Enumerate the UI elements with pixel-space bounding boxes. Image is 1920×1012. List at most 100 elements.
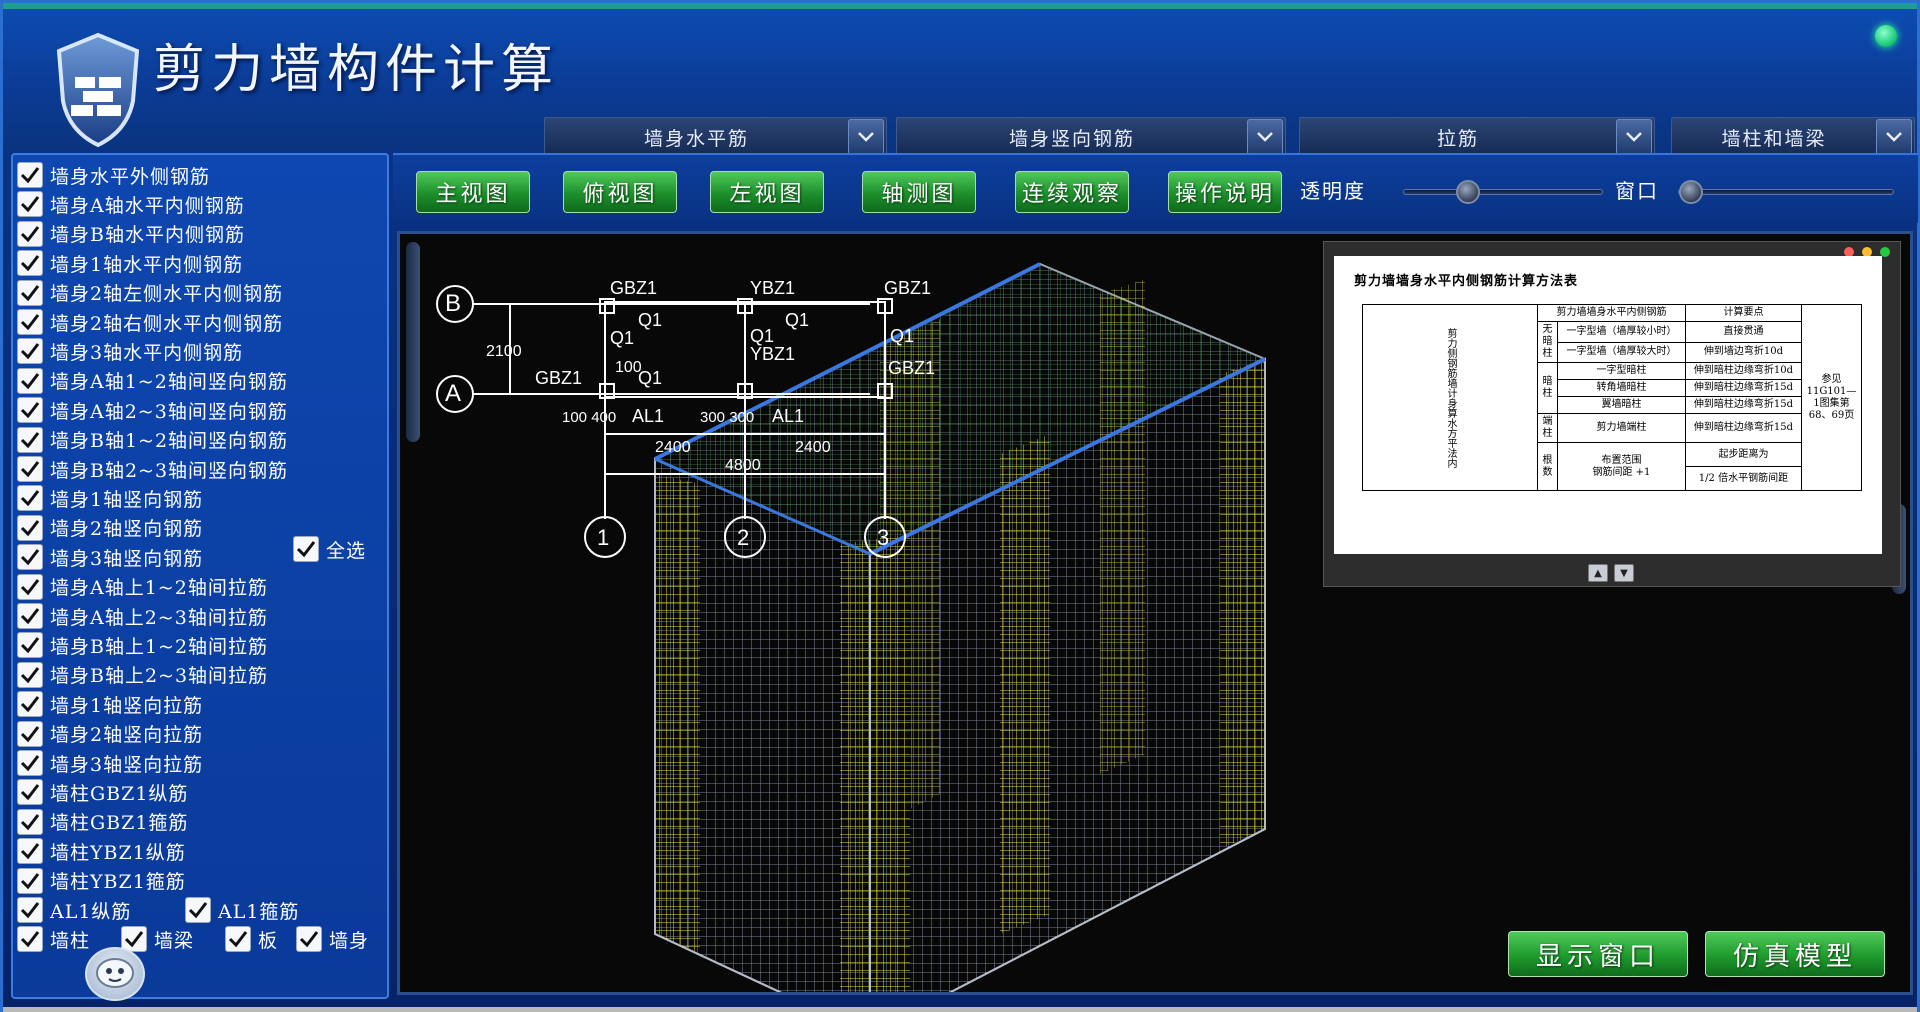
checkmark-icon[interactable] (17, 573, 43, 600)
sidebar-checkbox-item[interactable]: 墙身B轴上2~3轴间拉筋 (17, 661, 268, 689)
sidebar-checkbox-item[interactable]: 墙柱YBZ1箍筋 (17, 867, 186, 895)
table-group-label: 剪力侧钢筋墙计身算水方平法内 (1362, 304, 1538, 491)
sidebar-checkbox-item[interactable]: 墙身A轴水平内侧钢筋 (17, 190, 245, 218)
checkmark-icon[interactable] (185, 897, 211, 923)
axis-b-label: B (445, 290, 461, 317)
checkmark-icon[interactable] (17, 897, 43, 923)
al1-stirrup-checkbox[interactable]: AL1箍筋 (185, 896, 299, 924)
checkmark-icon[interactable] (17, 544, 43, 571)
checkmark-icon[interactable] (17, 808, 43, 835)
table-cell: 暗柱 (1537, 362, 1558, 414)
wall-body-checkbox[interactable]: 墙身 (296, 925, 369, 953)
window-slider[interactable] (1678, 180, 1894, 204)
checkmark-icon[interactable] (17, 309, 43, 335)
scroll-up-button[interactable]: ▲ (1588, 564, 1608, 582)
slider-knob[interactable] (1679, 180, 1703, 204)
chevron-down-icon[interactable] (848, 119, 884, 155)
checkmark-icon[interactable] (17, 220, 43, 247)
slider-knob[interactable] (1456, 180, 1481, 204)
checkmark-icon[interactable] (17, 162, 43, 188)
checkmark-icon[interactable] (17, 514, 43, 541)
sidebar-checkbox-item[interactable]: 墙身3轴水平内侧钢筋 (17, 337, 243, 365)
sidebar-checkbox-item[interactable]: 墙身B轴2~3轴间竖向钢筋 (17, 455, 288, 483)
sidebar-checkbox-item[interactable]: 墙身水平外侧钢筋 (17, 161, 210, 189)
front-view-button[interactable]: 主视图 (416, 171, 530, 213)
checkmark-icon[interactable] (17, 867, 43, 894)
sidebar-checkbox-item[interactable]: 墙身B轴1~2轴间竖向钢筋 (17, 426, 288, 454)
sidebar-checkbox-item[interactable]: 墙身A轴1~2轴间竖向钢筋 (17, 367, 288, 395)
checkmark-icon[interactable] (17, 926, 43, 952)
checkmark-icon[interactable] (17, 426, 43, 453)
checkmark-icon[interactable] (17, 779, 43, 806)
top-view-button[interactable]: 俯视图 (563, 171, 677, 213)
dropdown-wall-horizontal[interactable]: 墙身水平筋 (544, 117, 887, 157)
instructions-button[interactable]: 操作说明 (1168, 171, 1282, 213)
sidebar-checkbox-item[interactable]: 墙身2轴左侧水平内侧钢筋 (17, 279, 283, 307)
checkmark-icon[interactable] (17, 367, 43, 394)
sidebar-checkbox-item[interactable]: 墙柱YBZ1纵筋 (17, 837, 186, 865)
transparency-slider[interactable] (1403, 180, 1603, 204)
dropdown-wall-vertical[interactable]: 墙身竖向钢筋 (896, 117, 1286, 157)
checkmark-icon[interactable] (17, 485, 43, 512)
wall-column-checkbox[interactable]: 墙柱 (17, 925, 90, 953)
select-all-checkbox[interactable]: 全选 (293, 535, 366, 563)
checkmark-icon[interactable] (17, 191, 43, 218)
sidebar-checkbox-item[interactable]: 墙身B轴水平内侧钢筋 (17, 220, 245, 248)
checkmark-icon[interactable] (17, 456, 43, 482)
table-cell: 伸到暗柱边缘弯折15d (1684, 379, 1803, 397)
simulate-model-button[interactable]: 仿真模型 (1705, 931, 1885, 977)
chevron-down-icon[interactable] (1616, 119, 1652, 155)
sidebar-checkbox-item[interactable]: 墙身2轴竖向拉筋 (17, 720, 203, 748)
sidebar-checkbox-item[interactable]: 墙身2轴右侧水平内侧钢筋 (17, 308, 283, 336)
scroll-down-button[interactable]: ▼ (1614, 564, 1634, 582)
checkbox-label: 墙柱GBZ1箍筋 (50, 812, 189, 835)
left-view-button[interactable]: 左视图 (710, 171, 824, 213)
dropdown-tie-bar[interactable]: 拉筋 (1299, 117, 1655, 157)
checkmark-icon[interactable] (17, 661, 43, 688)
axonometric-view-button[interactable]: 轴测图 (862, 171, 976, 213)
checkmark-icon[interactable] (17, 632, 43, 659)
sidebar-checkbox-item[interactable]: 墙身A轴2~3轴间竖向钢筋 (17, 396, 288, 424)
table-cell: 无暗柱 (1537, 321, 1558, 363)
3d-viewport[interactable]: B A 1 2 3 GBZ1 YBZ1 GBZ1 GBZ1 GBZ1 YBZ1 … (397, 231, 1913, 995)
continuous-observe-button[interactable]: 连续观察 (1015, 171, 1129, 213)
dropdown-label: 墙身竖向钢筋 (1008, 127, 1135, 150)
ybz1-label: YBZ1 (750, 278, 795, 298)
checkbox-label: 墙身B轴2~3轴间竖向钢筋 (50, 459, 289, 482)
sidebar-checkbox-item[interactable]: 墙身1轴竖向钢筋 (17, 484, 203, 512)
checkmark-icon[interactable] (17, 279, 43, 306)
sidebar-checkbox-item[interactable]: 墙柱GBZ1纵筋 (17, 778, 188, 806)
checkmark-icon[interactable] (17, 603, 43, 629)
sidebar-checkbox-item[interactable]: 墙身A轴上2~3轴间拉筋 (17, 602, 268, 630)
assistant-avatar[interactable] (85, 947, 145, 1001)
checkmark-icon[interactable] (17, 338, 43, 365)
calculation-info-window: 剪力墙墙身水平内侧钢筋计算方法表 剪力侧钢筋墙计身算水方平法内 剪力墙墙身水平内… (1323, 241, 1901, 587)
show-window-button[interactable]: 显示窗口 (1508, 931, 1688, 977)
sidebar-checkbox-item[interactable]: 墙身3轴竖向钢筋 (17, 543, 203, 571)
checkmark-icon[interactable] (17, 250, 43, 277)
checkmark-icon[interactable] (17, 720, 43, 747)
al1-longitudinal-checkbox[interactable]: AL1纵筋 (17, 896, 131, 924)
checkbox-label: AL1纵筋 (50, 900, 132, 923)
sidebar-checkbox-item[interactable]: 墙身3轴竖向拉筋 (17, 749, 203, 777)
sidebar-checkbox-item[interactable]: 墙身2轴竖向钢筋 (17, 514, 203, 542)
checkbox-label: 墙梁 (154, 929, 195, 952)
dropdown-column-beam[interactable]: 墙柱和墙梁 (1671, 117, 1915, 157)
chevron-down-icon[interactable] (1247, 119, 1283, 155)
checkbox-label: 墙身2轴左侧水平内侧钢筋 (50, 283, 284, 306)
sidebar-checkbox-item[interactable]: 墙身B轴上1~2轴间拉筋 (17, 631, 268, 659)
checkmark-icon[interactable] (225, 926, 251, 952)
checkmark-icon[interactable] (293, 536, 319, 562)
checkmark-icon[interactable] (17, 750, 43, 776)
chevron-down-icon[interactable] (1876, 119, 1912, 155)
table-cell: 剪力墙端柱 (1557, 413, 1686, 443)
sidebar-checkbox-item[interactable]: 墙身1轴水平内侧钢筋 (17, 249, 243, 277)
sidebar-checkbox-item[interactable]: 墙身1轴竖向拉筋 (17, 690, 203, 718)
sidebar-checkbox-item[interactable]: 墙柱GBZ1箍筋 (17, 808, 188, 836)
sidebar-checkbox-item[interactable]: 墙身A轴上1~2轴间拉筋 (17, 573, 268, 601)
checkmark-icon[interactable] (296, 926, 322, 952)
checkmark-icon[interactable] (17, 397, 43, 424)
checkmark-icon[interactable] (17, 838, 43, 865)
slab-checkbox[interactable]: 板 (225, 925, 278, 953)
checkmark-icon[interactable] (17, 691, 43, 718)
